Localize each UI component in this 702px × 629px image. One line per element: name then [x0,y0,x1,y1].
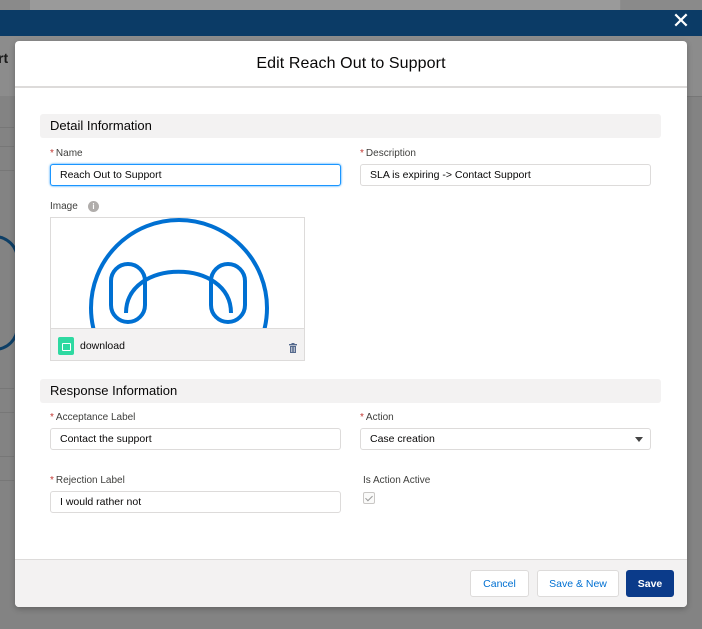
modal-title: Edit Reach Out to Support [256,54,446,72]
background-tab [180,0,311,10]
section-detail-information[interactable]: Detail Information [40,114,661,138]
headset-icon [89,218,269,328]
background-divider [686,96,702,97]
background-page-title: rt [0,50,9,66]
file-name: download [80,340,125,352]
modal-header: Edit Reach Out to Support [15,41,687,88]
background-tab [310,0,621,10]
action-selected-value: Case creation [370,433,435,445]
background-divider [0,146,14,147]
image-preview [51,218,304,328]
background-divider [0,456,14,457]
rejection-label-field[interactable]: I would rather not [50,491,341,513]
background-divider [0,412,14,413]
action-select[interactable]: Case creation [360,428,651,450]
image-upload: download [50,217,305,361]
background-divider [0,170,14,171]
image-label: Image [50,201,78,212]
background-divider [0,127,14,128]
image-file-bar: download [51,328,304,360]
rejection-label-label: * Rejection Label [50,475,125,486]
edit-modal: Edit Reach Out to Support Detail Informa… [15,41,687,607]
required-indicator: * [360,412,364,423]
save-button[interactable]: Save [626,570,674,597]
close-icon[interactable]: ✕ [670,10,692,32]
acceptance-label-field[interactable]: Contact the support [50,428,341,450]
background-top-bar [0,0,702,10]
image-file-icon [58,337,74,355]
required-indicator: * [50,148,54,159]
is-action-active-label: Is Action Active [363,475,431,486]
modal-footer: Cancel Save & New Save [15,559,687,607]
save-and-new-button[interactable]: Save & New [537,570,619,597]
description-label: * Description [360,148,416,159]
section-title: Detail Information [50,118,152,133]
info-icon[interactable]: i [88,201,99,212]
required-indicator: * [50,412,54,423]
background-tab [30,0,181,10]
action-label: * Action [360,412,394,423]
trash-icon[interactable] [288,343,298,353]
background-divider [0,480,14,481]
cancel-button[interactable]: Cancel [470,570,529,597]
name-label: * Name [50,148,83,159]
background-banner [0,10,702,36]
section-response-information[interactable]: Response Information [40,379,661,403]
name-field[interactable]: Reach Out to Support [50,164,341,186]
is-action-active-checkbox[interactable] [363,492,375,504]
background-divider [0,388,14,389]
chevron-down-icon [635,437,643,442]
required-indicator: * [50,475,54,486]
section-title: Response Information [50,383,178,398]
acceptance-label-label: * Acceptance Label [50,412,136,423]
required-indicator: * [360,148,364,159]
description-field[interactable]: SLA is expiring -> Contact Support [360,164,651,186]
